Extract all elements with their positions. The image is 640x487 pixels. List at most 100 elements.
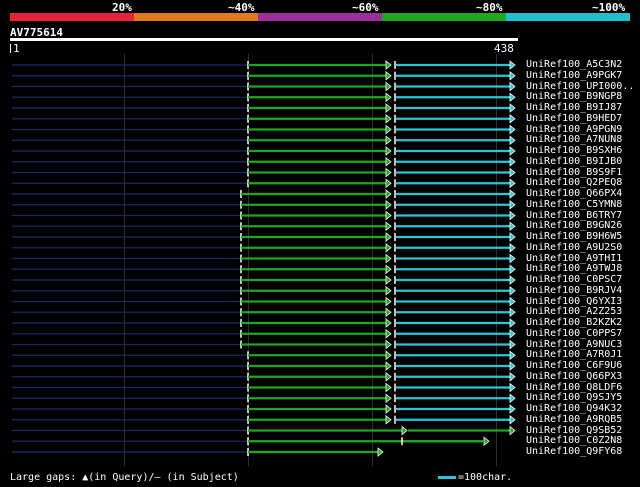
alignment-green-arrow bbox=[385, 285, 392, 296]
hit-label[interactable]: UniRef100_B9RJV4 bbox=[526, 285, 622, 296]
hit-label[interactable]: UniRef100_A9THI1 bbox=[526, 253, 622, 264]
hit-rows: UniRef100_A5C3N2 UniRef100_A9PGK7 UniRef10… bbox=[0, 0, 640, 487]
alignment-cyan-arrow bbox=[509, 264, 516, 275]
hit-label[interactable]: UniRef100_C0Z2N8 bbox=[526, 435, 622, 446]
alignment-green-arrow bbox=[385, 296, 392, 307]
hit-label[interactable]: UniRef100_Q8LDF6 bbox=[526, 382, 622, 393]
alignment-cyan-arrow bbox=[509, 92, 516, 103]
alignment-green-arrow bbox=[377, 447, 384, 457]
gaps-legend: Large gaps: ▲(in Query)/– (in Subject) bbox=[10, 472, 239, 483]
hit-label[interactable]: UniRef100_A7NUN8 bbox=[526, 134, 622, 145]
alignment-cyan-arrow bbox=[509, 189, 516, 199]
hit-label[interactable]: UniRef100_A7R0J1 bbox=[526, 349, 622, 360]
alignment-green-arrow bbox=[385, 232, 392, 242]
hit-label[interactable]: UniRef100_A9U2S0 bbox=[526, 242, 622, 253]
alignment-green-arrow bbox=[385, 361, 392, 371]
alignment-green-arrow bbox=[385, 156, 392, 167]
alignment-cyan-arrow bbox=[509, 221, 516, 232]
hit-label[interactable]: UniRef100_Q9FY68 bbox=[526, 446, 622, 457]
alignment-green-arrow bbox=[385, 242, 392, 253]
alignment-cyan-arrow bbox=[509, 382, 516, 393]
alignment-green-arrow bbox=[385, 393, 392, 404]
hit-label[interactable]: UniRef100_A9NUC3 bbox=[526, 339, 622, 350]
alignment-cyan-arrow bbox=[509, 361, 516, 371]
alignment-green-arrow bbox=[385, 135, 392, 146]
alignment-cyan-arrow bbox=[509, 167, 516, 178]
alignment-green-arrow bbox=[385, 253, 392, 264]
alignment-cyan-arrow bbox=[509, 414, 516, 425]
alignment-cyan-arrow bbox=[509, 135, 516, 146]
hit-label[interactable]: UniRef100_Q66PX4 bbox=[526, 188, 622, 199]
alignment-cyan-arrow bbox=[509, 156, 516, 167]
scale-legend: =100char. bbox=[438, 472, 512, 483]
hit-label[interactable]: UniRef100_Q94K32 bbox=[526, 403, 622, 414]
scale-bar bbox=[438, 475, 456, 479]
hit-label[interactable]: UniRef100_B9SXH6 bbox=[526, 145, 622, 156]
alignment-cyan-arrow bbox=[509, 307, 516, 318]
alignment-green-arrow bbox=[385, 404, 392, 414]
hit-label[interactable]: UniRef100_B2KZK2 bbox=[526, 317, 622, 328]
alignment-green-arrow bbox=[385, 318, 392, 328]
alignment-green-arrow bbox=[385, 189, 392, 199]
hit-label[interactable]: UniRef100_B9IJ87 bbox=[526, 102, 622, 113]
hit-label[interactable]: UniRef100_B9H6W5 bbox=[526, 231, 622, 242]
alignment-cyan-arrow bbox=[509, 199, 516, 210]
hit-label[interactable]: UniRef100_B9NGP8 bbox=[526, 91, 622, 102]
alignment-cyan-arrow bbox=[509, 146, 516, 156]
hit-label[interactable]: UniRef100_Q2PEQ8 bbox=[526, 177, 622, 188]
hit-label[interactable]: UniRef100_A9RQB5 bbox=[526, 414, 622, 425]
hit-label[interactable]: UniRef100_Q9SB52 bbox=[526, 425, 622, 436]
alignment-cyan-arrow bbox=[509, 253, 516, 264]
alignment-green-arrow bbox=[385, 124, 392, 135]
alignment-green-arrow bbox=[385, 92, 392, 103]
hit-label[interactable]: UniRef100_A9PGK7 bbox=[526, 70, 622, 81]
alignment-cyan-arrow bbox=[509, 275, 516, 285]
hit-label[interactable]: UniRef100_A5C3N2 bbox=[526, 59, 622, 70]
hit-label[interactable]: UniRef100_B9GN26 bbox=[526, 220, 622, 231]
alignment-green-arrow bbox=[385, 382, 392, 393]
hit-label[interactable]: UniRef100_C0PSC7 bbox=[526, 274, 622, 285]
hit-label[interactable]: UniRef100_A9PGN9 bbox=[526, 124, 622, 135]
scale-label: =100char. bbox=[458, 472, 513, 483]
hit-label[interactable]: UniRef100_Q66PX3 bbox=[526, 371, 622, 382]
alignment-cyan-arrow bbox=[509, 393, 516, 404]
alignment-green-arrow bbox=[385, 221, 392, 232]
hit-label[interactable]: UniRef100_Q6YXI3 bbox=[526, 296, 622, 307]
alignment-green-arrow bbox=[385, 414, 392, 425]
alignment-cyan-arrow bbox=[509, 328, 516, 339]
alignment-cyan-arrow bbox=[509, 339, 516, 350]
alignment-green-arrow bbox=[385, 167, 392, 178]
alignment-cyan-arrow bbox=[509, 350, 516, 361]
hit-label[interactable]: UniRef100_C5YMN8 bbox=[526, 199, 622, 210]
alignment-green-arrow bbox=[385, 103, 392, 113]
hit-label[interactable]: UniRef100_B9IJB0 bbox=[526, 156, 622, 167]
alignment-cyan-arrow bbox=[509, 81, 516, 92]
alignment-green-arrow bbox=[385, 275, 392, 285]
hit-label[interactable]: UniRef100_B9S9F1 bbox=[526, 167, 622, 178]
alignment-green-arrow bbox=[483, 436, 490, 447]
alignment-green-arrow bbox=[385, 178, 392, 189]
alignment-cyan-arrow bbox=[509, 242, 516, 253]
alignment-green-arrow bbox=[385, 70, 392, 81]
alignment-cyan-arrow bbox=[509, 70, 516, 81]
hit-label[interactable]: UniRef100_C0PPS7 bbox=[526, 328, 622, 339]
alignment-green-arrow bbox=[385, 350, 392, 361]
alignment-green-arrow bbox=[385, 81, 392, 92]
hit-label[interactable]: UniRef100_C6F9U6 bbox=[526, 360, 622, 371]
alignment-cyan-arrow bbox=[509, 113, 516, 124]
alignment-green-arrow bbox=[385, 113, 392, 124]
alignment-green-arrow bbox=[509, 425, 516, 436]
alignment-cyan-arrow bbox=[509, 210, 516, 221]
hit-label[interactable]: UniRef100_UPI000.. bbox=[526, 81, 634, 92]
hit-label[interactable]: UniRef100_Q9SJY5 bbox=[526, 392, 622, 403]
alignment-cyan-arrow bbox=[509, 318, 516, 328]
hit-label[interactable]: UniRef100_A9TWJ8 bbox=[526, 263, 622, 274]
hit-label[interactable]: UniRef100_B9HED7 bbox=[526, 113, 622, 124]
alignment-cyan-arrow bbox=[509, 124, 516, 135]
alignment-cyan-arrow bbox=[509, 178, 516, 189]
alignment-green-arrow bbox=[385, 146, 392, 156]
alignment-green-arrow bbox=[385, 371, 392, 382]
alignment-cyan-arrow bbox=[509, 296, 516, 307]
hit-label[interactable]: UniRef100_B6TRY7 bbox=[526, 210, 622, 221]
hit-label[interactable]: UniRef100_A2Z253 bbox=[526, 306, 622, 317]
